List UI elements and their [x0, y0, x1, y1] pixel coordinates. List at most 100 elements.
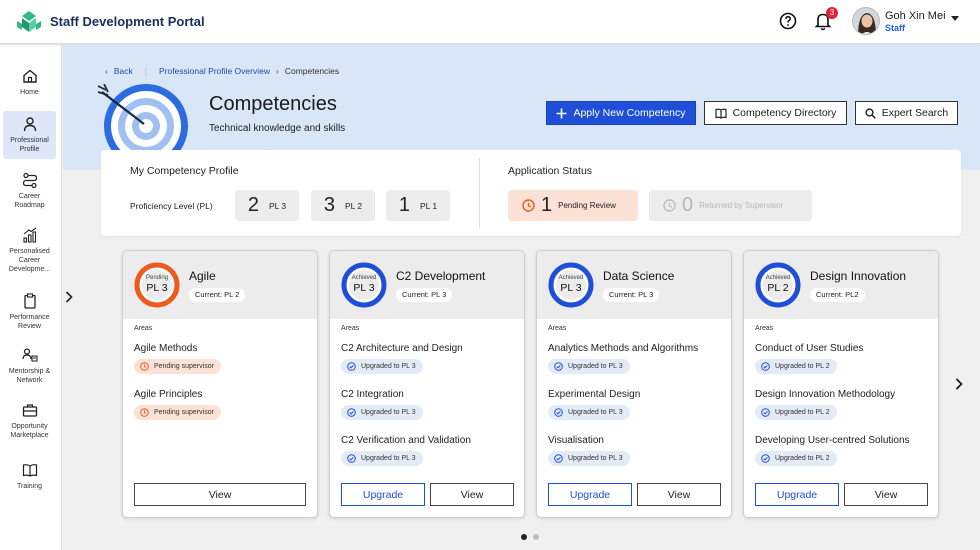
upgrade-button[interactable]: Upgrade	[341, 483, 425, 506]
sidebar-item-label: Personalised Career Developme...	[8, 248, 51, 273]
area-status-text: Upgraded to PL 3	[361, 363, 416, 370]
current-level-badge: Current: PL 3	[396, 288, 453, 302]
clipboard-icon	[23, 293, 36, 309]
expert-search-button[interactable]: Expert Search	[855, 101, 958, 125]
area-name: C2 Architecture and Design	[341, 343, 463, 354]
breadcrumb-parent-link[interactable]: Professional Profile Overview	[159, 66, 270, 76]
view-button[interactable]: View	[430, 483, 514, 506]
check-circle-icon	[347, 362, 356, 371]
proficiency-chip-pl3[interactable]: 2 PL 3	[235, 190, 299, 221]
competency-directory-button[interactable]: Competency Directory	[704, 101, 847, 125]
ring-pl-label: PL 3	[146, 282, 168, 294]
sidebar-item-professional-profile[interactable]: Professional Profile	[3, 111, 56, 159]
area-status-badge: Upgraded to PL 2	[755, 359, 837, 374]
areas-label: Areas	[548, 325, 567, 332]
proficiency-chip-pl2[interactable]: 3 PL 2	[311, 190, 375, 221]
carousel-dot-active[interactable]	[521, 534, 527, 540]
apply-new-competency-label: Apply New Competency	[573, 107, 686, 119]
chevron-right-icon[interactable]	[64, 290, 74, 304]
caret-down-icon[interactable]	[951, 16, 959, 22]
area-name: Visualisation	[548, 435, 604, 446]
apply-new-competency-button[interactable]: Apply New Competency	[546, 101, 696, 125]
app-logo[interactable]	[16, 10, 42, 34]
area-status-text: Pending supervisor	[154, 409, 214, 416]
search-icon	[865, 107, 876, 119]
ring-pl-label: PL 3	[353, 282, 375, 294]
card-title: C2 Development	[396, 269, 486, 283]
sidebar-item-performance-review[interactable]: Performance Review	[3, 291, 56, 331]
areas-label: Areas	[134, 325, 153, 332]
check-circle-icon	[554, 362, 563, 371]
returned-count: 0	[682, 194, 694, 216]
check-circle-icon	[554, 454, 563, 463]
area-status-badge: Pending supervisor	[134, 405, 221, 420]
sidebar-item-mentorship-network[interactable]: Mentorship & Network	[3, 347, 56, 387]
current-level-badge: Current: PL 3	[603, 288, 660, 302]
area-name: Experimental Design	[548, 389, 641, 400]
area-status-text: Upgraded to PL 2	[775, 363, 830, 370]
card-title: Agile	[189, 269, 216, 283]
clock-icon	[140, 362, 149, 371]
sidebar-item-personalised-career-development[interactable]: Personalised Career Developme...	[3, 225, 56, 277]
area-status-badge: Upgraded to PL 2	[755, 405, 837, 420]
area-status-badge: Upgraded to PL 3	[341, 451, 423, 466]
breadcrumb-chevron-icon: ›	[275, 66, 279, 76]
top-bar: Staff Development Portal 3 Goh Xin Mei S…	[0, 0, 980, 44]
check-circle-icon	[761, 454, 770, 463]
area-status-text: Upgraded to PL 2	[775, 455, 830, 462]
competency-profile-heading: My Competency Profile	[130, 165, 239, 177]
sidebar: Home Professional Profile Career Roadmap…	[0, 45, 62, 550]
breadcrumb-divider: |	[144, 66, 147, 76]
ring-state-label: Pending	[145, 275, 169, 281]
area-status-text: Upgraded to PL 3	[568, 409, 623, 416]
ring-state-label: Achieved	[351, 275, 377, 281]
area-status-badge: Upgraded to PL 2	[755, 451, 837, 466]
sidebar-item-label: Home	[20, 89, 39, 96]
network-icon	[21, 348, 38, 362]
proficiency-count: 2	[247, 194, 259, 216]
carousel-next-chevron-icon[interactable]	[954, 377, 964, 391]
sidebar-item-label: Performance Review	[9, 314, 50, 330]
sidebar-item-home[interactable]: Home	[3, 65, 56, 99]
help-icon[interactable]	[779, 12, 797, 30]
area-name: Conduct of User Studies	[755, 343, 864, 354]
status-pending-review[interactable]: 1 Pending Review	[508, 190, 638, 221]
sidebar-item-label: Mentorship & Network	[8, 368, 51, 384]
proficiency-level: PL 1	[419, 200, 438, 211]
sidebar-item-career-roadmap[interactable]: Career Roadmap	[3, 169, 56, 211]
view-button[interactable]: View	[844, 483, 928, 506]
sidebar-item-opportunity-marketplace[interactable]: Opportunity Marketplace	[3, 402, 56, 442]
upgrade-button[interactable]: Upgrade	[548, 483, 632, 506]
card-title: Design Innovation	[810, 269, 907, 283]
proficiency-count: 3	[323, 194, 335, 216]
current-level-badge: Current: PL2	[810, 288, 865, 302]
area-name: Design Innovation Methodology	[755, 389, 896, 400]
area-status-text: Upgraded to PL 3	[568, 363, 623, 370]
back-link[interactable]: Back	[114, 66, 133, 76]
person-icon	[23, 117, 36, 132]
area-status-text: Upgraded to PL 3	[361, 409, 416, 416]
proficiency-level: PL 3	[268, 200, 287, 211]
status-returned-by-supervisor[interactable]: 0 Returned by Supervisor	[649, 190, 812, 221]
area-status-badge: Upgraded to PL 3	[548, 405, 630, 420]
home-icon	[22, 69, 37, 83]
ring-pl-label: PL 2	[767, 282, 789, 294]
returned-label: Returned by Supervisor	[699, 201, 784, 210]
carousel-dot[interactable]	[533, 534, 539, 540]
check-circle-icon	[554, 408, 563, 417]
avatar[interactable]	[852, 7, 880, 35]
user-role: Staff	[885, 23, 905, 33]
proficiency-chip-pl1[interactable]: 1 PL 1	[386, 190, 450, 221]
sidebar-item-training[interactable]: Training	[3, 462, 56, 492]
user-name: Goh Xin Mei	[885, 10, 946, 22]
page-subtitle: Technical knowledge and skills	[209, 123, 346, 134]
upgrade-button[interactable]: Upgrade	[755, 483, 839, 506]
pending-label: Pending Review	[558, 201, 616, 210]
area-status-badge: Upgraded to PL 3	[341, 405, 423, 420]
view-button[interactable]: View	[134, 483, 306, 506]
pending-count: 1	[541, 194, 553, 216]
view-button[interactable]: View	[637, 483, 721, 506]
summary-divider	[479, 158, 480, 228]
chevron-left-icon[interactable]: ‹	[105, 66, 108, 76]
page-title: Competencies	[209, 93, 337, 115]
